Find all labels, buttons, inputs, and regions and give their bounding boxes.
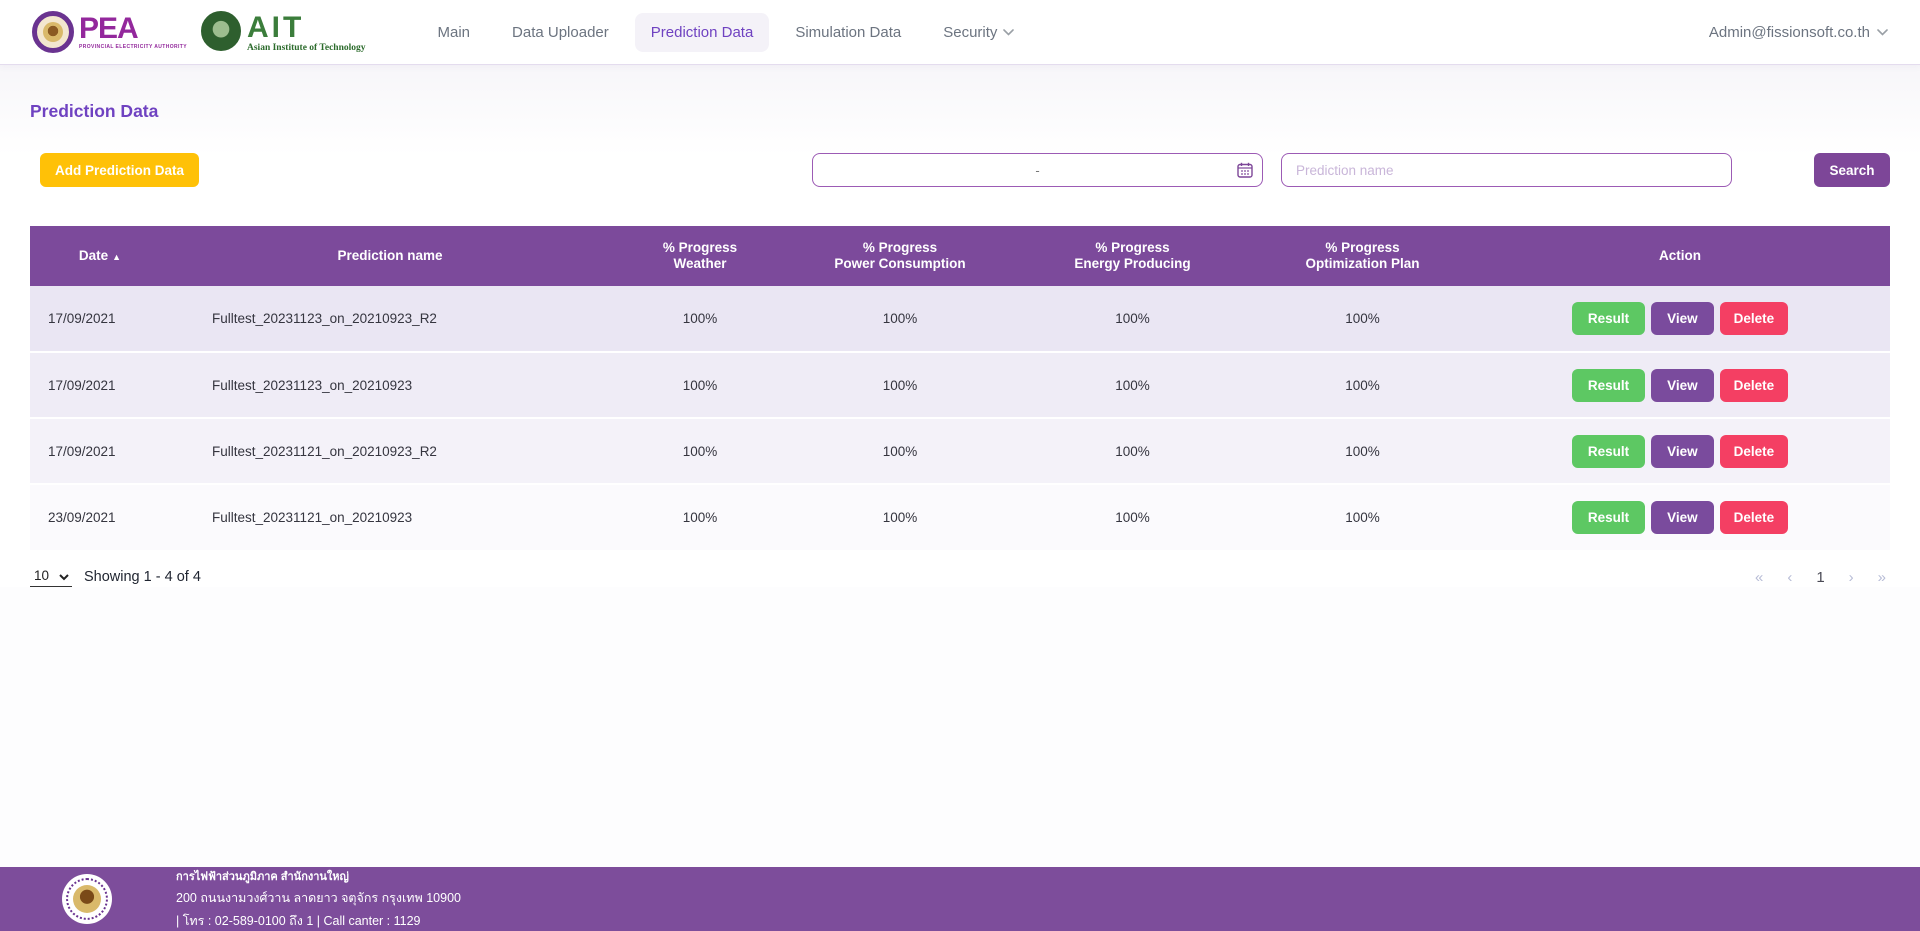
prediction-name-input[interactable] [1281,153,1732,187]
column-header-action: Action [1470,226,1890,286]
table-header-row: Date▲ Prediction name % Progress Weather… [30,226,1890,286]
nav-item-simulation-data[interactable]: Simulation Data [779,13,917,52]
pagination-controls: « ‹ 1 › » [1755,569,1890,586]
nav-item-prediction-data[interactable]: Prediction Data [635,13,770,52]
calendar-icon[interactable] [1237,162,1253,178]
pagination-bar: 10 Showing 1 - 4 of 4 « ‹ 1 › » [30,567,1890,587]
user-menu[interactable]: Admin@fissionsoft.co.th [1709,24,1888,41]
cell-date: 17/09/2021 [30,286,170,352]
result-button[interactable]: Result [1572,302,1645,335]
main-nav: Main Data Uploader Prediction Data Simul… [422,13,1031,52]
top-navbar: PEA PROVINCIAL ELECTRICITY AUTHORITY AIT… [0,0,1920,65]
nav-item-security[interactable]: Security [927,13,1030,52]
cell-prediction-name: Fulltest_20231123_on_20210923 [170,352,610,418]
column-header-progress-power: % Progress Power Consumption [790,226,1010,286]
page-size-select[interactable]: 10 [30,567,72,587]
page-number[interactable]: 1 [1816,569,1824,586]
footer-address: 200 ถนนงามวงศ์วาน ลาดยาว จตุจักร กรุงเทพ… [176,888,461,908]
view-button[interactable]: View [1651,501,1714,534]
cell-progress-energy: 100% [1010,286,1255,352]
ait-logo-caption: Asian Institute of Technology [247,44,366,54]
page-title: Prediction Data [30,65,1890,122]
cell-progress-power: 100% [790,418,1010,484]
ait-logo-text: AIT [247,13,366,43]
cell-action: Result View Delete [1470,484,1890,550]
user-email: Admin@fissionsoft.co.th [1709,24,1870,41]
ait-emblem-icon [201,11,241,51]
chevron-down-icon [1003,29,1014,36]
column-header-date[interactable]: Date▲ [30,226,170,286]
view-button[interactable]: View [1651,435,1714,468]
chevron-down-icon [1877,29,1888,36]
delete-button[interactable]: Delete [1720,369,1789,402]
main-content: Prediction Data Add Prediction Data Sear… [0,65,1920,587]
cell-progress-energy: 100% [1010,484,1255,550]
column-header-progress-weather: % Progress Weather [610,226,790,286]
cell-prediction-name: Fulltest_20231121_on_20210923 [170,484,610,550]
search-button[interactable]: Search [1814,153,1890,187]
prediction-data-table: Date▲ Prediction name % Progress Weather… [30,226,1890,550]
column-header-prediction-name: Prediction name [170,226,610,286]
cell-date: 17/09/2021 [30,352,170,418]
cell-progress-optimization: 100% [1255,286,1470,352]
cell-progress-optimization: 100% [1255,484,1470,550]
footer-org-name: การไฟฟ้าส่วนภูมิภาค สำนักงานใหญ่ [176,867,461,885]
footer-phone: | โทร : 02-589-0100 ถึง 1 | Call canter … [176,911,461,931]
pagination-summary: Showing 1 - 4 of 4 [84,569,201,585]
cell-action: Result View Delete [1470,352,1890,418]
cell-progress-energy: 100% [1010,418,1255,484]
add-prediction-data-button[interactable]: Add Prediction Data [40,153,199,187]
cell-progress-weather: 100% [610,484,790,550]
column-header-progress-optimization: % Progress Optimization Plan [1255,226,1470,286]
view-button[interactable]: View [1651,369,1714,402]
cell-progress-power: 100% [790,286,1010,352]
cell-progress-power: 100% [790,352,1010,418]
toolbar: Add Prediction Data Search [30,153,1890,187]
cell-progress-weather: 100% [610,418,790,484]
delete-button[interactable]: Delete [1720,501,1789,534]
pea-logo-caption: PROVINCIAL ELECTRICITY AUTHORITY [79,45,187,50]
cell-progress-weather: 100% [610,286,790,352]
prev-page-icon[interactable]: ‹ [1787,569,1792,586]
table-row: 17/09/2021 Fulltest_20231123_on_20210923… [30,352,1890,418]
date-range-input[interactable] [812,153,1263,187]
view-button[interactable]: View [1651,302,1714,335]
first-page-icon[interactable]: « [1755,569,1763,586]
cell-action: Result View Delete [1470,418,1890,484]
nav-item-main[interactable]: Main [422,13,487,52]
cell-progress-optimization: 100% [1255,352,1470,418]
cell-date: 17/09/2021 [30,418,170,484]
cell-progress-optimization: 100% [1255,418,1470,484]
delete-button[interactable]: Delete [1720,302,1789,335]
table-row: 17/09/2021 Fulltest_20231123_on_20210923… [30,286,1890,352]
cell-progress-weather: 100% [610,352,790,418]
column-header-progress-energy: % Progress Energy Producing [1010,226,1255,286]
brand: PEA PROVINCIAL ELECTRICITY AUTHORITY AIT… [32,11,366,54]
app-window: PEA PROVINCIAL ELECTRICITY AUTHORITY AIT… [0,0,1920,931]
result-button[interactable]: Result [1572,501,1645,534]
pea-logo-text: PEA [79,14,187,44]
ait-logo-icon: AIT Asian Institute of Technology [201,11,366,54]
cell-prediction-name: Fulltest_20231121_on_20210923_R2 [170,418,610,484]
pea-emblem-icon [32,11,74,53]
result-button[interactable]: Result [1572,369,1645,402]
last-page-icon[interactable]: » [1878,569,1886,586]
cell-date: 23/09/2021 [30,484,170,550]
nav-item-security-label: Security [943,24,997,41]
pea-footer-emblem-icon [62,874,112,924]
cell-progress-power: 100% [790,484,1010,550]
table-row: 17/09/2021 Fulltest_20231121_on_20210923… [30,418,1890,484]
date-range-picker [812,153,1263,187]
result-button[interactable]: Result [1572,435,1645,468]
table-row: 23/09/2021 Fulltest_20231121_on_20210923… [30,484,1890,550]
nav-item-data-uploader[interactable]: Data Uploader [496,13,625,52]
pea-logo-icon: PEA PROVINCIAL ELECTRICITY AUTHORITY [32,11,187,53]
delete-button[interactable]: Delete [1720,435,1789,468]
cell-action: Result View Delete [1470,286,1890,352]
footer: การไฟฟ้าส่วนภูมิภาค สำนักงานใหญ่ 200 ถนน… [0,867,1920,931]
sort-asc-icon: ▲ [112,252,121,262]
cell-prediction-name: Fulltest_20231123_on_20210923_R2 [170,286,610,352]
cell-progress-energy: 100% [1010,352,1255,418]
next-page-icon[interactable]: › [1849,569,1854,586]
